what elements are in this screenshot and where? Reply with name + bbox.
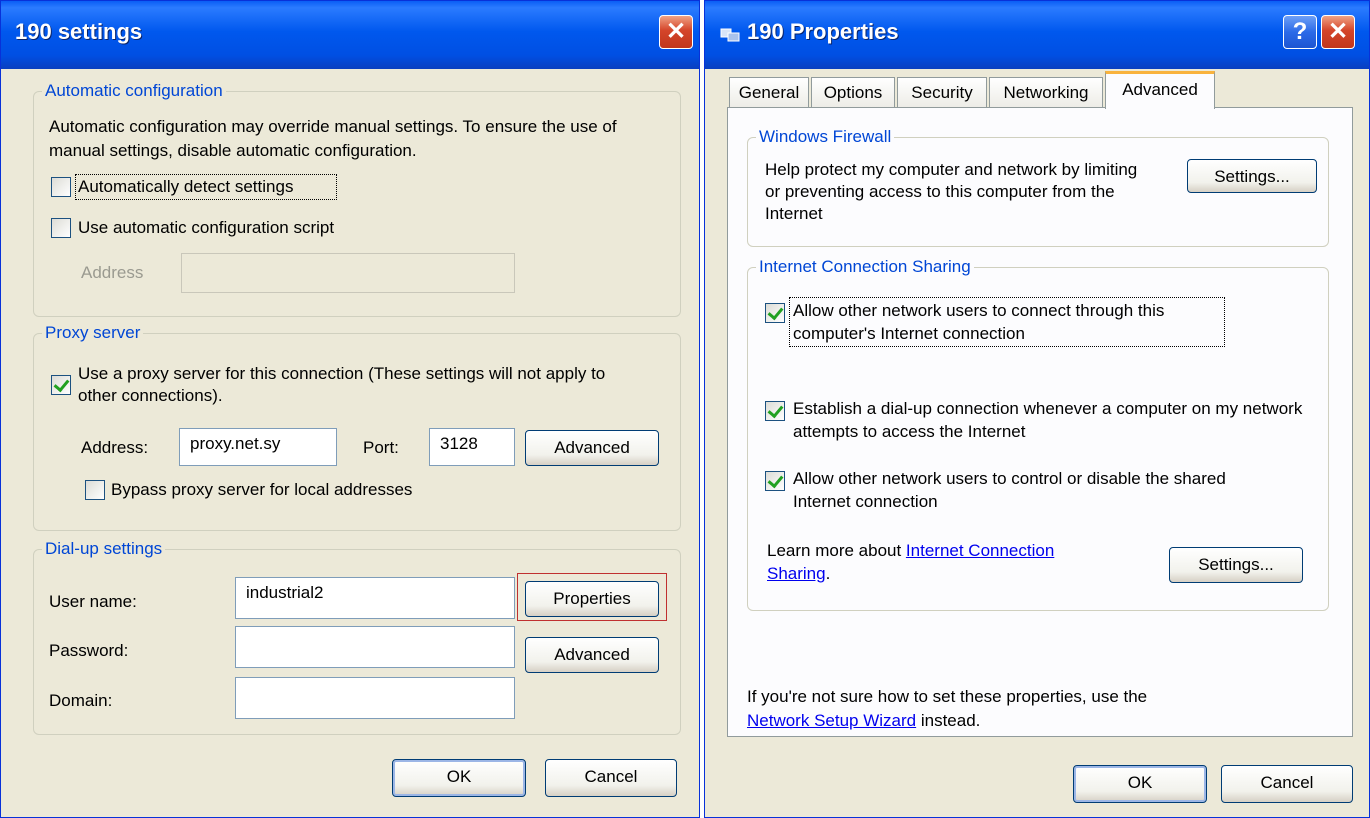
ok-button[interactable]: OK <box>392 759 526 797</box>
bypass-local-checkbox[interactable] <box>85 480 105 500</box>
window-title: 190 Properties <box>747 19 899 44</box>
auto-detect-checkbox[interactable] <box>51 177 71 197</box>
help-icon[interactable]: ? <box>1283 15 1317 49</box>
group-label: Windows Firewall <box>759 127 892 146</box>
proxy-address-input[interactable]: proxy.net.sy <box>179 428 337 466</box>
footer-prefix: If you're not sure how to set these prop… <box>747 687 1148 706</box>
username-input[interactable]: industrial2 <box>235 577 515 619</box>
proxy-port-input[interactable]: 3128 <box>429 428 515 466</box>
proxy-advanced-button[interactable]: Advanced <box>525 430 659 466</box>
allow-control-label[interactable]: Allow other network users to control or … <box>793 467 1253 513</box>
window-title: 190 settings <box>15 19 143 44</box>
username-label: User name: <box>49 592 137 611</box>
auto-detect-label[interactable]: Automatically detect settings <box>78 177 293 197</box>
proxy-address-label: Address: <box>81 438 149 457</box>
group-label: Proxy server <box>45 323 141 342</box>
firewall-description: Help protect my computer and network by … <box>765 160 1138 223</box>
auto-script-label[interactable]: Use automatic configuration script <box>78 218 334 238</box>
script-address-label: Address <box>81 263 144 282</box>
close-icon[interactable]: ✕ <box>659 15 693 49</box>
properties-button[interactable]: Properties <box>525 581 659 617</box>
group-label: Dial-up settings <box>45 539 163 558</box>
domain-input[interactable] <box>235 677 515 719</box>
dialup-advanced-button[interactable]: Advanced <box>525 637 659 673</box>
learn-more-prefix: Learn more about <box>767 541 906 560</box>
cancel-button[interactable]: Cancel <box>545 759 677 797</box>
allow-control-checkbox[interactable] <box>765 471 785 491</box>
establish-dialup-checkbox[interactable] <box>765 401 785 421</box>
learn-more-suffix: . <box>825 564 831 583</box>
tab-networking[interactable]: Networking <box>989 77 1103 109</box>
domain-label: Domain: <box>49 691 113 710</box>
close-icon[interactable]: ✕ <box>1321 15 1355 49</box>
proxy-port-label: Port: <box>363 438 399 457</box>
footer-help-text: If you're not sure how to set these prop… <box>747 685 1167 733</box>
establish-dialup-label[interactable]: Establish a dial-up connection whenever … <box>793 397 1313 443</box>
bypass-local-label[interactable]: Bypass proxy server for local addresses <box>111 480 412 500</box>
tab-advanced[interactable]: Advanced <box>1105 71 1215 109</box>
ok-button[interactable]: OK <box>1073 765 1207 803</box>
auto-script-checkbox[interactable] <box>51 218 71 238</box>
tab-options[interactable]: Options <box>811 77 895 109</box>
auto-config-description: Automatic configuration may override man… <box>49 117 617 160</box>
tab-general[interactable]: General <box>729 77 809 109</box>
allow-connect-checkbox[interactable] <box>765 303 785 323</box>
network-connection-icon <box>720 28 740 42</box>
password-label: Password: <box>49 641 129 660</box>
allow-connect-label[interactable]: Allow other network users to connect thr… <box>793 299 1223 345</box>
use-proxy-checkbox[interactable] <box>51 375 71 395</box>
title-bar[interactable]: 190 Properties ? ✕ <box>705 1 1369 69</box>
firewall-settings-button[interactable]: Settings... <box>1187 159 1317 193</box>
password-input[interactable] <box>235 626 515 668</box>
ics-settings-button[interactable]: Settings... <box>1169 547 1303 583</box>
title-bar[interactable]: 190 settings ✕ <box>1 1 699 69</box>
group-label: Internet Connection Sharing <box>759 257 971 276</box>
connection-properties-dialog: 190 Properties ? ✕ General Options Secur… <box>704 0 1370 818</box>
tab-security[interactable]: Security <box>897 77 987 109</box>
group-label: Automatic configuration <box>45 81 223 100</box>
script-address-input[interactable] <box>181 253 515 293</box>
learn-more-text: Learn more about Internet Connection Sha… <box>767 539 1117 585</box>
use-proxy-label[interactable]: Use a proxy server for this connection (… <box>78 363 638 407</box>
cancel-button[interactable]: Cancel <box>1221 765 1353 803</box>
network-setup-wizard-link[interactable]: Network Setup Wizard <box>747 711 916 730</box>
footer-suffix: instead. <box>916 711 981 730</box>
proxy-settings-dialog: 190 settings ✕ Automatic configuration A… <box>0 0 700 818</box>
